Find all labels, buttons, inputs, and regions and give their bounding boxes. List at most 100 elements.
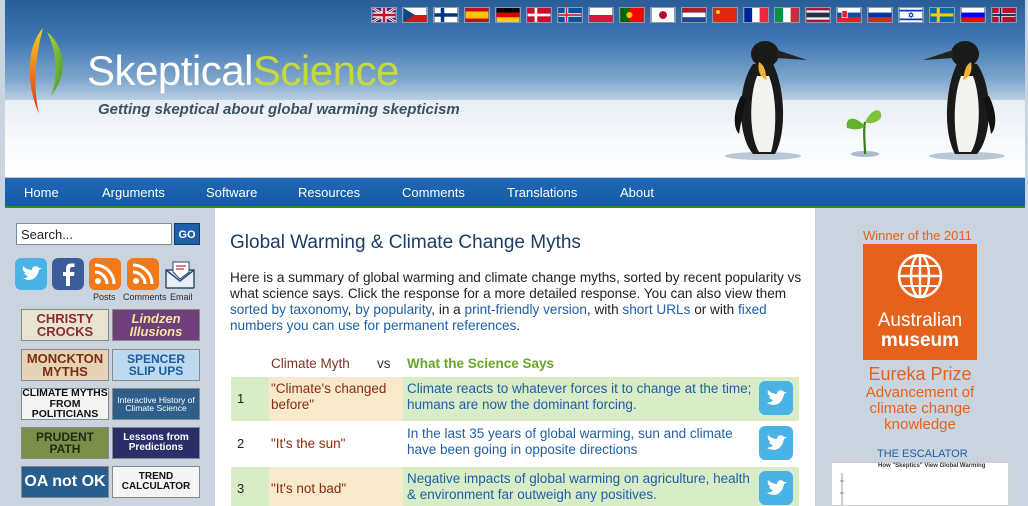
- dutch-flag-icon[interactable]: [681, 7, 707, 23]
- posts-label: Posts: [93, 292, 116, 302]
- twitter-share-icon[interactable]: [759, 426, 793, 460]
- rss-posts-icon[interactable]: [89, 258, 121, 290]
- header-climate-myth: Climate Myth: [271, 356, 350, 371]
- comments-label: Comments: [123, 292, 167, 302]
- link-sorted-by-taxonomy[interactable]: sorted by taxonomy: [230, 302, 348, 317]
- eureka-sub-line: knowledge: [884, 416, 956, 433]
- myth-row: 1 "Climate's changed before" Climate rea…: [231, 377, 799, 421]
- eureka-prize-subtitle: Advancement of climate change knowledge: [850, 385, 990, 433]
- site-logo-text[interactable]: SkepticalScience: [87, 47, 399, 95]
- german-flag-icon[interactable]: [495, 7, 521, 23]
- finnish-flag-icon[interactable]: [433, 7, 459, 23]
- link-by-popularity[interactable]: by popularity: [355, 302, 431, 317]
- science-response[interactable]: Climate reacts to whatever forces it to …: [407, 377, 753, 421]
- rss-comments-icon[interactable]: [127, 258, 159, 290]
- globe-icon: [897, 253, 943, 299]
- uk-flag-icon[interactable]: [371, 7, 397, 23]
- award-museum: museum: [880, 330, 960, 351]
- danish-flag-icon[interactable]: [526, 7, 552, 23]
- slovenian-flag-icon[interactable]: [960, 7, 986, 23]
- twitter-icon[interactable]: [15, 258, 47, 290]
- escalator-chart-thumbnail[interactable]: How "Skeptics" View Global Warming: [831, 462, 1009, 506]
- leaf-logo-icon[interactable]: [25, 26, 69, 116]
- australian-museum-badge[interactable]: Australian museum: [863, 244, 977, 360]
- chinese-flag-icon[interactable]: [712, 7, 738, 23]
- email-label: Email: [170, 292, 193, 302]
- intro-end: .: [516, 318, 521, 333]
- french-flag-icon[interactable]: [743, 7, 769, 23]
- lessons-from-predictions-banner[interactable]: Lessons from Predictions: [112, 427, 200, 459]
- nav-software[interactable]: Software: [206, 185, 257, 200]
- spencer-slip-ups-banner[interactable]: SPENCER SLIP UPS: [112, 349, 200, 381]
- site-header: SkepticalScience Getting skeptical about…: [5, 0, 1025, 178]
- main-content: Global Warming & Climate Change Myths He…: [215, 208, 815, 506]
- nav-about[interactable]: About: [620, 185, 654, 200]
- christy-crocks-banner[interactable]: CHRISTY CROCKS: [21, 309, 109, 341]
- sprout-image: [846, 110, 882, 157]
- climate-myths-politicians-banner[interactable]: CLIMATE MYTHS FROM POLITICIANS: [21, 388, 109, 420]
- myth-row: 2 "It's the sun" In the last 35 years of…: [231, 422, 799, 466]
- search-input[interactable]: [16, 223, 172, 245]
- page-title: Global Warming & Climate Change Myths: [230, 232, 581, 253]
- thai-flag-icon[interactable]: [805, 7, 831, 23]
- eureka-sub-line: climate change: [869, 400, 971, 417]
- search-go-button[interactable]: GO: [174, 223, 200, 245]
- spanish-flag-icon[interactable]: [464, 7, 490, 23]
- history-of-climate-science-banner[interactable]: Interactive History of Climate Science: [112, 388, 200, 420]
- logo-word-skeptical: Skeptical: [87, 47, 253, 94]
- myth-number: 3: [237, 481, 245, 496]
- intro-sep: , in a: [431, 302, 465, 317]
- portuguese-flag-icon[interactable]: [619, 7, 645, 23]
- award-australian: Australian: [877, 310, 963, 331]
- intro-text: Here is a summary of global warming and …: [230, 270, 802, 301]
- site-tagline: Getting skeptical about global warming s…: [98, 101, 460, 118]
- penguin-left-image: [725, 41, 807, 160]
- czech-flag-icon[interactable]: [402, 7, 428, 23]
- science-response[interactable]: In the last 35 years of global warming, …: [407, 422, 753, 466]
- left-sidebar: GO Posts Comments Email CHRISTY CROCKS L…: [5, 208, 215, 506]
- myth-number: 1: [237, 391, 245, 406]
- israeli-flag-icon[interactable]: [898, 7, 924, 23]
- right-sidebar: Winner of the 2011 Australian museum Eur…: [815, 208, 1025, 506]
- oa-not-ok-banner[interactable]: OA not OK: [21, 466, 109, 498]
- trend-calculator-banner[interactable]: TREND CALCULATOR: [112, 466, 200, 498]
- myth-text[interactable]: "It's the sun": [269, 422, 403, 466]
- swedish-flag-icon[interactable]: [929, 7, 955, 23]
- slovak-flag-icon[interactable]: [836, 7, 862, 23]
- email-icon[interactable]: [164, 258, 196, 290]
- nav-translations[interactable]: Translations: [507, 185, 577, 200]
- norwegian-flag-icon[interactable]: [991, 7, 1017, 23]
- intro-sep: , with: [586, 302, 623, 317]
- nav-resources[interactable]: Resources: [298, 185, 360, 200]
- monckton-myths-banner[interactable]: MONCKTON MYTHS: [21, 349, 109, 381]
- facebook-icon[interactable]: [52, 258, 84, 290]
- italian-flag-icon[interactable]: [774, 7, 800, 23]
- escalator-caption: How "Skeptics" View Global Warming: [878, 463, 986, 469]
- myth-text[interactable]: "It's not bad": [269, 467, 403, 506]
- japanese-flag-icon[interactable]: [650, 7, 676, 23]
- main-nav: Home Arguments Software Resources Commen…: [5, 178, 1025, 208]
- link-print-friendly[interactable]: print-friendly version: [465, 302, 587, 317]
- twitter-share-icon[interactable]: [759, 471, 793, 505]
- escalator-title[interactable]: THE ESCALATOR: [877, 448, 968, 460]
- header-vs: vs: [377, 356, 391, 371]
- escalator-axis-graphic: [840, 473, 844, 505]
- twitter-share-icon[interactable]: [759, 381, 793, 415]
- prudent-path-banner[interactable]: PRUDENT PATH: [21, 427, 109, 459]
- nav-arguments[interactable]: Arguments: [102, 185, 165, 200]
- science-response[interactable]: Negative impacts of global warming on ag…: [407, 467, 753, 506]
- eureka-prize-title: Eureka Prize: [868, 364, 972, 384]
- link-short-urls[interactable]: short URLs: [622, 302, 690, 317]
- lindzen-illusions-banner[interactable]: Lindzen Illusions: [112, 309, 200, 341]
- polish-flag-icon[interactable]: [588, 7, 614, 23]
- russian-flag-icon[interactable]: [867, 7, 893, 23]
- nav-comments[interactable]: Comments: [402, 185, 465, 200]
- myth-text[interactable]: "Climate's changed before": [269, 377, 403, 421]
- nav-home[interactable]: Home: [24, 185, 59, 200]
- icelandic-flag-icon[interactable]: [557, 7, 583, 23]
- penguin-right-image: [923, 41, 1005, 160]
- intro-sep: or with: [690, 302, 739, 317]
- myth-number: 2: [237, 436, 245, 451]
- intro-paragraph: Here is a summary of global warming and …: [230, 270, 805, 334]
- page: { "header": { "logo_word1": "Skeptical",…: [0, 0, 1028, 506]
